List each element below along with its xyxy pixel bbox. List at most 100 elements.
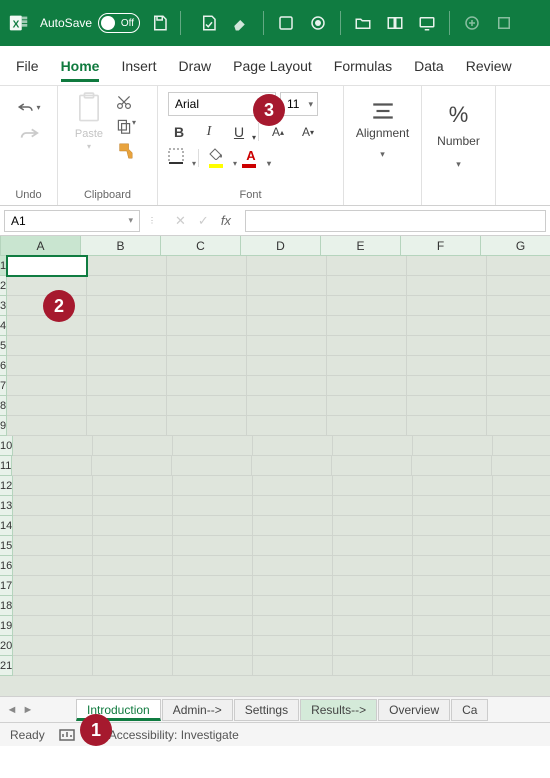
cell-A20[interactable] bbox=[13, 636, 93, 656]
cell-E6[interactable] bbox=[327, 356, 407, 376]
cell-A5[interactable] bbox=[7, 336, 87, 356]
qat-eraser-icon[interactable] bbox=[231, 13, 251, 33]
cell-E7[interactable] bbox=[327, 376, 407, 396]
cell-C11[interactable] bbox=[172, 456, 252, 476]
redo-icon[interactable] bbox=[17, 124, 41, 142]
prev-sheet-button[interactable]: ◄ bbox=[4, 702, 20, 718]
tab-page-layout[interactable]: Page Layout bbox=[233, 50, 312, 82]
cell-G9[interactable] bbox=[487, 416, 550, 436]
tab-file[interactable]: File bbox=[16, 50, 39, 82]
formula-input[interactable] bbox=[245, 210, 546, 232]
cell-C8[interactable] bbox=[167, 396, 247, 416]
cell-G12[interactable] bbox=[493, 476, 550, 496]
cell-C7[interactable] bbox=[167, 376, 247, 396]
qat-folder-icon[interactable] bbox=[353, 13, 373, 33]
cell-D7[interactable] bbox=[247, 376, 327, 396]
cell-E2[interactable] bbox=[327, 276, 407, 296]
row-header-15[interactable]: 15 bbox=[0, 536, 13, 556]
cell-E16[interactable] bbox=[333, 556, 413, 576]
cell-F15[interactable] bbox=[413, 536, 493, 556]
tab-data[interactable]: Data bbox=[414, 50, 444, 82]
underline-button[interactable]: U bbox=[228, 122, 250, 142]
cell-E15[interactable] bbox=[333, 536, 413, 556]
cell-B12[interactable] bbox=[93, 476, 173, 496]
autosave-toggle[interactable]: AutoSave Off bbox=[40, 13, 140, 33]
cell-E20[interactable] bbox=[333, 636, 413, 656]
cell-A15[interactable] bbox=[13, 536, 93, 556]
cell-E3[interactable] bbox=[327, 296, 407, 316]
shrink-font-button[interactable]: A▾ bbox=[297, 122, 319, 142]
row-header-8[interactable]: 8 bbox=[0, 396, 7, 416]
cell-D3[interactable] bbox=[247, 296, 327, 316]
cell-C15[interactable] bbox=[173, 536, 253, 556]
sheet-tab-ca[interactable]: Ca bbox=[451, 699, 488, 721]
tab-insert[interactable]: Insert bbox=[121, 50, 156, 82]
row-header-19[interactable]: 19 bbox=[0, 616, 13, 636]
cell-A8[interactable] bbox=[7, 396, 87, 416]
next-sheet-button[interactable]: ► bbox=[20, 702, 36, 718]
cell-G16[interactable] bbox=[493, 556, 550, 576]
cell-F6[interactable] bbox=[407, 356, 487, 376]
paste-button[interactable]: Paste▾ bbox=[68, 92, 110, 160]
cell-B14[interactable] bbox=[93, 516, 173, 536]
save-icon[interactable] bbox=[150, 13, 170, 33]
row-header-11[interactable]: 11 bbox=[0, 456, 12, 476]
row-header-5[interactable]: 5 bbox=[0, 336, 7, 356]
sheet-tab-results[interactable]: Results--> bbox=[300, 699, 377, 721]
cell-A13[interactable] bbox=[13, 496, 93, 516]
cell-F14[interactable] bbox=[413, 516, 493, 536]
row-header-6[interactable]: 6 bbox=[0, 356, 7, 376]
cell-D10[interactable] bbox=[253, 436, 333, 456]
cell-F17[interactable] bbox=[413, 576, 493, 596]
cell-F19[interactable] bbox=[413, 616, 493, 636]
qat-icon-9[interactable] bbox=[494, 13, 514, 33]
cell-G2[interactable] bbox=[487, 276, 550, 296]
bold-button[interactable]: B bbox=[168, 122, 190, 142]
cell-G20[interactable] bbox=[493, 636, 550, 656]
enter-icon[interactable]: ✓ bbox=[198, 213, 209, 229]
cell-D6[interactable] bbox=[247, 356, 327, 376]
cell-D12[interactable] bbox=[253, 476, 333, 496]
cell-E12[interactable] bbox=[333, 476, 413, 496]
cell-B9[interactable] bbox=[87, 416, 167, 436]
cell-G6[interactable] bbox=[487, 356, 550, 376]
cell-D8[interactable] bbox=[247, 396, 327, 416]
cell-A14[interactable] bbox=[13, 516, 93, 536]
row-header-10[interactable]: 10 bbox=[0, 436, 13, 456]
cell-E1[interactable] bbox=[327, 256, 407, 276]
row-header-20[interactable]: 20 bbox=[0, 636, 13, 656]
cell-E10[interactable] bbox=[333, 436, 413, 456]
cell-C4[interactable] bbox=[167, 316, 247, 336]
cell-E4[interactable] bbox=[327, 316, 407, 336]
cell-D16[interactable] bbox=[253, 556, 333, 576]
row-header-18[interactable]: 18 bbox=[0, 596, 13, 616]
cell-A17[interactable] bbox=[13, 576, 93, 596]
fill-color-button[interactable] bbox=[207, 148, 231, 168]
cell-D18[interactable] bbox=[253, 596, 333, 616]
cell-F2[interactable] bbox=[407, 276, 487, 296]
cell-B10[interactable] bbox=[93, 436, 173, 456]
font-color-button[interactable]: A bbox=[239, 148, 263, 168]
cell-G19[interactable] bbox=[493, 616, 550, 636]
row-header-2[interactable]: 2 bbox=[0, 276, 7, 296]
cell-C3[interactable] bbox=[167, 296, 247, 316]
borders-button[interactable] bbox=[168, 148, 190, 168]
cell-G4[interactable] bbox=[487, 316, 550, 336]
cell-C12[interactable] bbox=[173, 476, 253, 496]
cell-E18[interactable] bbox=[333, 596, 413, 616]
cell-D20[interactable] bbox=[253, 636, 333, 656]
cell-E5[interactable] bbox=[327, 336, 407, 356]
cell-B3[interactable] bbox=[87, 296, 167, 316]
cell-C13[interactable] bbox=[173, 496, 253, 516]
font-size-select[interactable]: 11 bbox=[280, 92, 318, 116]
row-header-12[interactable]: 12 bbox=[0, 476, 13, 496]
cell-E9[interactable] bbox=[327, 416, 407, 436]
percent-icon[interactable]: % bbox=[449, 102, 469, 128]
cell-F3[interactable] bbox=[407, 296, 487, 316]
cell-F10[interactable] bbox=[413, 436, 493, 456]
sheet-tab-overview[interactable]: Overview bbox=[378, 699, 450, 721]
cell-A18[interactable] bbox=[13, 596, 93, 616]
undo-icon[interactable]: ▾ bbox=[17, 98, 41, 116]
cell-C18[interactable] bbox=[173, 596, 253, 616]
cut-icon[interactable] bbox=[116, 94, 136, 112]
